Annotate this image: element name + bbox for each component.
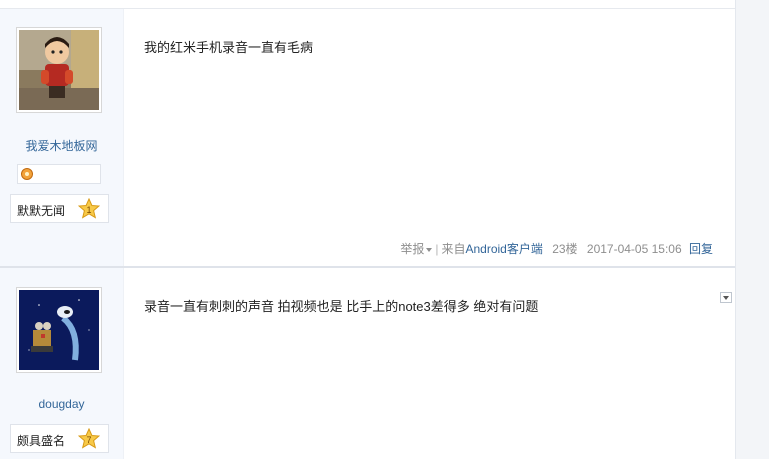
post-body: 我的红米手机录音一直有毛病 举报 | 来自Android客户端 23楼 2017-0… [124,9,735,266]
medal-box [17,164,101,184]
post-23: 我爱木地板网 默默无闻 1 我的红米手机录音一直有毛病 举报 | 来自Android… [0,9,735,266]
chevron-down-icon [426,247,433,252]
separator: | [435,242,439,256]
post-content: 我的红米手机录音一直有毛病 [144,40,314,55]
post-author-panel: dougday 颇具盛名 7 [0,268,124,459]
post-content: 录音一直有刺刺的声音 拍视频也是 比手上的note3差得多 绝对有问题 [144,299,539,314]
post-options-dropdown-icon[interactable] [720,292,732,303]
author-name[interactable]: dougday [0,397,123,411]
post-author-panel: 我爱木地板网 默默无闻 1 [0,9,124,266]
author-name[interactable]: 我爱木地板网 [0,137,123,154]
post-body: 录音一直有刺刺的声音 拍视频也是 比手上的note3差得多 绝对有问题 [124,268,735,459]
rank-box: 颇具盛名 7 [10,424,109,453]
rank-title: 默默无闻 [17,204,66,218]
author-avatar[interactable] [16,27,102,113]
post-timestamp: 2017-04-05 15:06 [586,242,682,256]
rank-level: 1 [86,205,91,215]
rank-level: 7 [86,435,91,445]
client-link[interactable]: Android客户端 [465,242,542,256]
reply-link[interactable]: 回复 [689,242,713,256]
avatar-image [19,290,99,370]
rank-star-icon: 1 [78,198,100,219]
rank-title: 颇具盛名 [17,434,66,448]
avatar-image [19,30,99,110]
report-link[interactable]: 举报 [400,242,433,256]
from-prefix: 来自 [441,242,466,256]
post-24: dougday 颇具盛名 7 录音一直有刺刺的声音 拍视频也是 比手上的note… [0,268,735,459]
right-sidebar-strip [735,0,769,459]
report-label: 举报 [400,242,425,256]
thread-list: 我爱木地板网 默默无闻 1 我的红米手机录音一直有毛病 举报 | 来自Android… [0,0,735,459]
rank-star-icon: 7 [78,428,100,449]
rank-box: 默默无闻 1 [10,194,109,223]
floor-number: 23楼 [552,242,578,256]
author-avatar[interactable] [16,287,102,373]
medal-icon[interactable] [21,168,33,180]
post-meta-bar: 举报 | 来自Android客户端 23楼 2017-04-05 15:06 回复 [400,240,713,257]
